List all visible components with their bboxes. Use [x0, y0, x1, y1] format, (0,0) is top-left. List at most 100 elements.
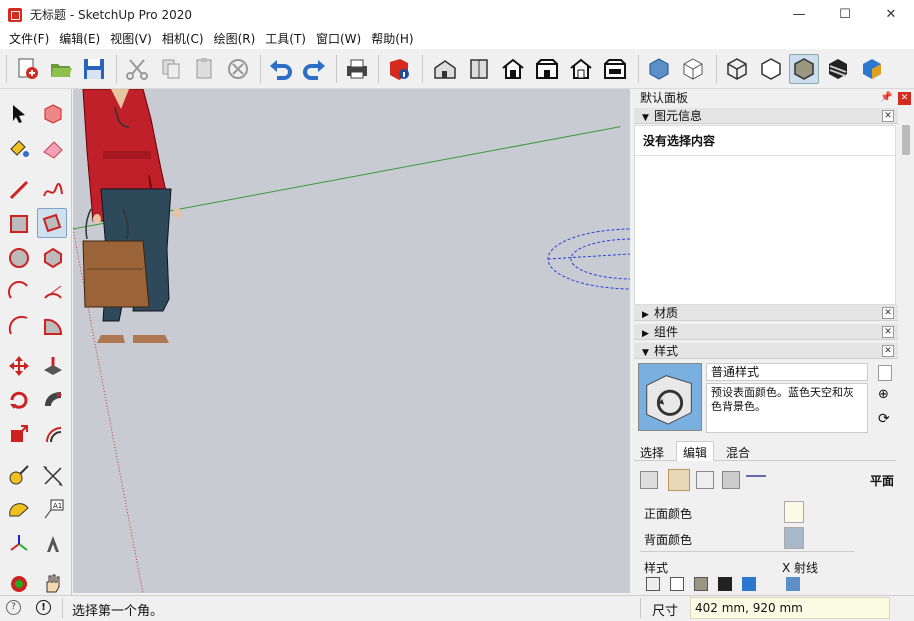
redo-icon[interactable] — [299, 54, 329, 84]
xray-icon[interactable] — [644, 54, 674, 84]
entity-info-close-icon[interactable]: ✕ — [882, 110, 894, 122]
front-view-icon[interactable] — [498, 54, 528, 84]
materials-header[interactable]: ▶ 材质 ✕ — [634, 305, 898, 321]
erase-icon[interactable] — [223, 54, 253, 84]
hidden-line-icon[interactable] — [756, 54, 786, 84]
entity-info-header[interactable]: ▼ 图元信息 ✕ — [634, 108, 898, 124]
create-style-icon[interactable] — [878, 365, 892, 381]
shaded-style-icon[interactable] — [694, 577, 708, 591]
3d-text-icon[interactable] — [38, 529, 68, 559]
expand-arrow-icon: ▶ — [642, 329, 649, 339]
style-description-field[interactable]: 预设表面颜色。蓝色天空和灰色背景色。 — [706, 383, 868, 433]
undo-icon[interactable] — [266, 54, 296, 84]
rotate-icon[interactable] — [4, 385, 34, 415]
styles-header[interactable]: ▼ 样式 ✕ — [634, 343, 898, 359]
new-file-icon[interactable] — [13, 54, 43, 84]
update-style-icon[interactable]: ⊕ — [878, 387, 889, 402]
pie-icon[interactable] — [38, 311, 68, 341]
face-settings-icon[interactable] — [668, 469, 690, 491]
styles-close-icon[interactable]: ✕ — [882, 345, 894, 357]
line-icon[interactable] — [4, 175, 34, 205]
dimension-icon[interactable] — [38, 461, 68, 491]
back-color-swatch[interactable] — [784, 527, 804, 549]
paste-icon[interactable] — [189, 54, 219, 84]
rotated-rectangle-icon[interactable] — [37, 208, 67, 238]
components-header[interactable]: ▶ 组件 ✕ — [634, 324, 898, 340]
two-point-arc-icon[interactable] — [38, 277, 68, 307]
instructor-info-icon[interactable]: ! — [36, 600, 51, 615]
menu-tools[interactable]: 工具(T) — [260, 29, 311, 49]
minimize-button[interactable]: — — [776, 0, 822, 29]
menu-edit[interactable]: 编辑(E) — [54, 29, 105, 49]
move-icon[interactable] — [4, 351, 34, 381]
window-title: 无标题 - SketchUp Pro 2020 — [30, 8, 192, 22]
follow-me-icon[interactable] — [38, 385, 68, 415]
back-edges-icon[interactable] — [678, 54, 708, 84]
offset-icon[interactable] — [38, 419, 68, 449]
shaded-texture-icon[interactable] — [823, 54, 853, 84]
open-folder-icon[interactable] — [46, 54, 76, 84]
axes-icon[interactable] — [4, 529, 34, 559]
geo-location-icon[interactable]: ? — [6, 600, 21, 615]
freehand-icon[interactable] — [38, 175, 68, 205]
shaded-icon[interactable] — [789, 54, 819, 84]
monochrome-style-icon[interactable] — [742, 577, 756, 591]
textured-style-icon[interactable] — [718, 577, 732, 591]
materials-close-icon[interactable]: ✕ — [882, 307, 894, 319]
tab-edit[interactable]: 编辑 — [676, 441, 715, 461]
scale-icon[interactable] — [4, 419, 34, 449]
menu-view[interactable]: 视图(V) — [105, 29, 157, 49]
menu-help[interactable]: 帮助(H) — [366, 29, 418, 49]
front-color-swatch[interactable] — [784, 501, 804, 523]
modeling-viewport[interactable] — [73, 89, 630, 593]
measurements-input[interactable]: 402 mm, 920 mm — [690, 597, 890, 619]
refresh-icon[interactable]: ⟳ — [878, 411, 890, 427]
rectangle-icon[interactable] — [4, 209, 34, 239]
menu-draw[interactable]: 绘图(R) — [209, 29, 261, 49]
polygon-icon[interactable] — [38, 243, 68, 273]
watermark-settings-icon[interactable] — [722, 471, 740, 489]
maximize-button[interactable]: ☐ — [822, 0, 868, 29]
menu-window[interactable]: 窗口(W) — [311, 29, 366, 49]
push-pull-icon[interactable] — [38, 351, 68, 381]
select-icon[interactable] — [4, 99, 34, 129]
menu-bar: 文件(F) 编辑(E) 视图(V) 相机(C) 绘图(R) 工具(T) 窗口(W… — [0, 29, 914, 49]
back-view-icon[interactable] — [566, 54, 596, 84]
menu-file[interactable]: 文件(F) — [4, 29, 54, 49]
background-settings-icon[interactable] — [696, 471, 714, 489]
three-point-arc-icon[interactable] — [4, 311, 34, 341]
close-button[interactable]: ✕ — [868, 0, 914, 29]
paint-bucket-icon[interactable] — [4, 134, 34, 164]
modeling-settings-icon[interactable] — [746, 475, 766, 485]
text-icon[interactable]: A1 — [38, 495, 68, 525]
left-view-icon[interactable] — [600, 54, 630, 84]
monochrome-icon[interactable] — [857, 54, 887, 84]
iso-view-icon[interactable] — [430, 54, 460, 84]
circle-icon[interactable] — [4, 243, 34, 273]
tray-close-icon[interactable]: ✕ — [898, 92, 911, 105]
menu-camera[interactable]: 相机(C) — [157, 29, 209, 49]
save-icon[interactable] — [79, 54, 109, 84]
arc-icon[interactable] — [4, 277, 34, 307]
protractor-icon[interactable] — [4, 495, 34, 525]
eraser-icon[interactable] — [38, 134, 68, 164]
components-close-icon[interactable]: ✕ — [882, 326, 894, 338]
tape-measure-icon[interactable] — [4, 461, 34, 491]
hidden-line-style-icon[interactable] — [670, 577, 684, 591]
copy-icon[interactable] — [156, 54, 186, 84]
top-view-icon[interactable] — [464, 54, 494, 84]
panel-scrollbar[interactable] — [902, 125, 910, 155]
wireframe-style-icon[interactable] — [646, 577, 660, 591]
edge-settings-icon[interactable] — [640, 471, 658, 489]
wireframe-icon[interactable] — [722, 54, 752, 84]
make-component-icon[interactable] — [38, 99, 68, 129]
xray-style-icon[interactable] — [786, 577, 800, 591]
print-icon[interactable] — [342, 54, 372, 84]
cut-icon[interactable] — [122, 54, 152, 84]
right-view-icon[interactable] — [532, 54, 562, 84]
model-info-icon[interactable] — [384, 54, 414, 84]
pin-icon[interactable]: 📌 — [880, 89, 892, 107]
tab-mix[interactable]: 混合 — [726, 444, 750, 461]
tab-select[interactable]: 选择 — [640, 444, 664, 461]
style-name-field[interactable]: 普通样式 — [706, 363, 868, 381]
